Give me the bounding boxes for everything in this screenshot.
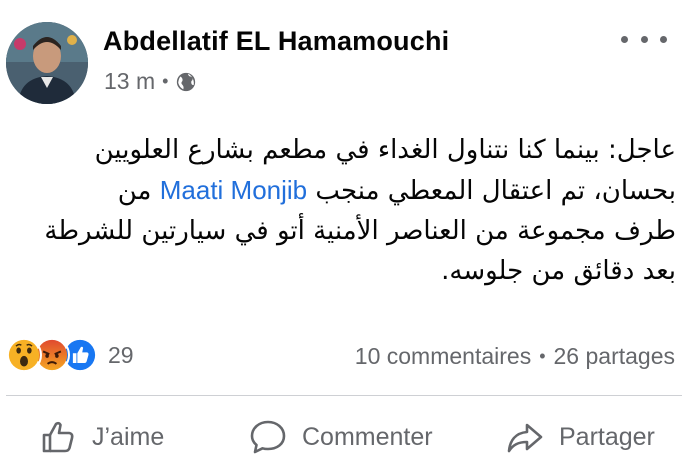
globe-icon[interactable] <box>175 71 197 93</box>
more-options-icon[interactable] <box>621 30 667 48</box>
wow-icon <box>6 337 42 373</box>
post-text-fragment: من <box>117 176 152 206</box>
mention-link[interactable]: Maati Monjib <box>160 175 307 205</box>
shares-count[interactable]: 26 partages <box>554 343 675 370</box>
post-text-line: طرف مجموعة من العناصر الأمنية أتو في سيا… <box>44 216 676 246</box>
reactions-count[interactable]: 29 <box>108 342 134 369</box>
more-dot <box>660 35 667 43</box>
author-name[interactable]: Abdellatif EL Hamamouchi <box>103 26 449 57</box>
more-dot <box>621 35 628 43</box>
meta-separator: • <box>162 71 169 91</box>
post-text-line: بعد دقائق من جلوسه. <box>441 256 676 286</box>
thumbs-up-icon <box>42 421 74 453</box>
engagement-counts: 10 commentaires • 26 partages <box>355 343 675 370</box>
reactions-summary[interactable]: 29 <box>6 337 134 373</box>
comment-label: Commenter <box>302 422 433 451</box>
share-label: Partager <box>559 422 655 451</box>
post-time[interactable]: 13 m <box>104 68 155 95</box>
post-stats: 29 10 commentaires • 26 partages <box>0 333 687 377</box>
more-dot <box>640 35 648 43</box>
post-meta: 13 m • <box>104 68 197 95</box>
like-button[interactable]: J’aime <box>38 412 164 462</box>
comment-button[interactable]: Commenter <box>248 412 433 462</box>
post-text-line: عاجل: بينما كنا نتناول الغداء في مطعم بش… <box>94 135 676 165</box>
post-text-line: بحسان، تم اعتقال المعطي منجب Maati Monji… <box>20 170 676 211</box>
avatar[interactable] <box>6 22 88 104</box>
post-text-fragment: بحسان، تم اعتقال المعطي منجب <box>315 176 676 206</box>
post-header: Abdellatif EL Hamamouchi 13 m • <box>0 0 687 110</box>
share-button[interactable]: Partager <box>505 412 655 462</box>
counts-separator: • <box>539 346 546 366</box>
like-label: J’aime <box>92 422 165 451</box>
post-text: عاجل: بينما كنا نتناول الغداء في مطعم بش… <box>20 130 676 291</box>
comments-count[interactable]: 10 commentaires <box>355 343 531 370</box>
share-icon <box>507 423 543 453</box>
action-bar: J’aime Commenter Partager <box>0 412 687 462</box>
divider <box>6 395 682 396</box>
comment-icon <box>250 420 286 454</box>
